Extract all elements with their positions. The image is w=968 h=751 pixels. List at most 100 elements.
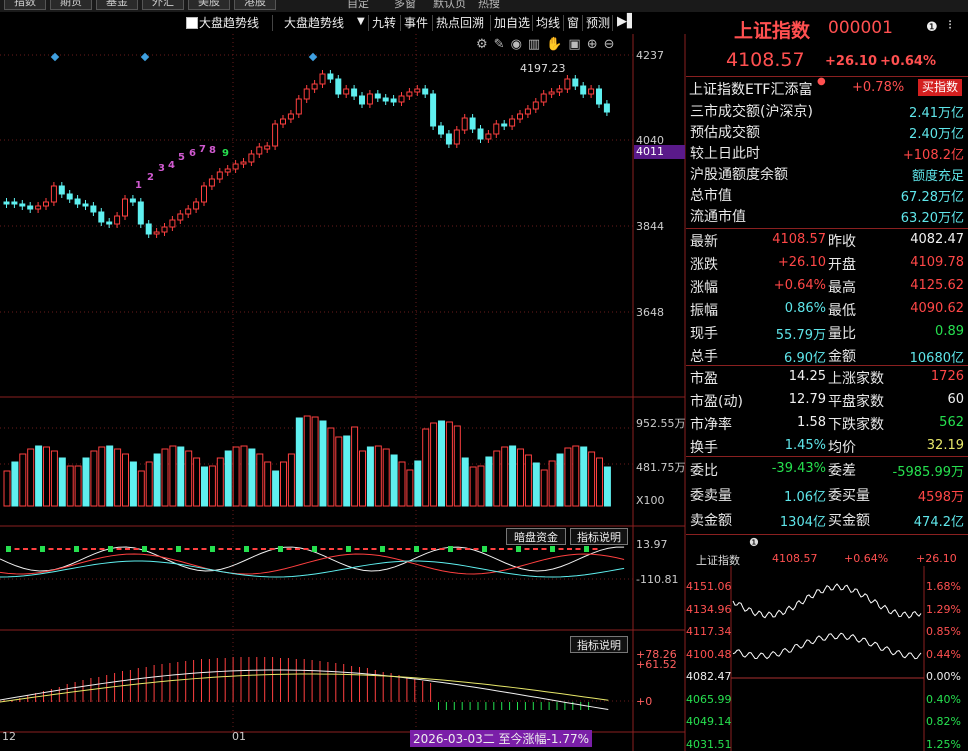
candle-body <box>240 161 247 165</box>
macd-bar <box>439 548 445 550</box>
toolbar-divider <box>563 15 564 31</box>
candle-body <box>177 213 184 221</box>
nav-button-us-stocks[interactable]: 美股 <box>188 0 230 10</box>
candlestick-series <box>3 52 610 238</box>
candle-body <box>137 201 144 225</box>
macd-bar <box>244 546 249 552</box>
quote-value: -5985.99万 <box>892 465 964 480</box>
etf-name[interactable]: 上证指数ETF汇添富 <box>689 79 812 99</box>
quote-label: 均价 <box>828 440 856 456</box>
volume-bar <box>509 445 517 507</box>
volume-bar <box>477 465 485 507</box>
toolbar-divider <box>272 15 273 31</box>
buy-index-button[interactable]: 买指数 <box>918 79 962 96</box>
quote-value: 10680亿 <box>909 351 964 366</box>
toolbar-forecast[interactable]: 预测 <box>586 14 610 31</box>
trend-checkbox[interactable] <box>186 17 198 29</box>
summary-value: 63.20万亿 <box>900 211 964 226</box>
quote-row: 卖金额 1304亿 买金额 474.2亿 <box>688 509 966 530</box>
macd-bar <box>14 548 20 550</box>
zoom-in-icon[interactable]: ⊕ <box>587 37 604 52</box>
hand-icon[interactable]: ✋ <box>546 37 568 52</box>
macd-bar <box>23 548 28 550</box>
volume-bar <box>406 469 414 507</box>
volume-bar <box>390 454 398 507</box>
trend-dropdown[interactable]: 大盘趋势线 <box>284 14 344 31</box>
volume-bar <box>208 465 216 507</box>
menu-icon[interactable]: ⁝ <box>948 18 952 33</box>
volume-bar <box>256 453 264 507</box>
quote-value: 4125.62 <box>910 278 964 293</box>
sub-indicator-explain-button[interactable]: 指标说明 <box>570 636 628 653</box>
quote-value: 474.2亿 <box>913 515 964 530</box>
quote-label: 下跌家数 <box>828 417 884 433</box>
toolbar-ma[interactable]: 均线 <box>536 14 560 31</box>
mini-pct: +0.64% <box>844 552 889 565</box>
candle-body <box>98 211 105 223</box>
volume-bar <box>398 461 406 507</box>
dark-pool-button[interactable]: 暗盘资金 <box>506 528 566 545</box>
macd-bar <box>218 548 224 550</box>
quote-label: 委差 <box>828 463 856 479</box>
summary-row: 预估成交额 2.40万亿 <box>688 121 966 142</box>
volume-bar <box>295 417 303 507</box>
quote-value: 1726 <box>930 369 964 384</box>
macd-bar <box>82 548 88 550</box>
quote-row: 市净率 1.58 下跌家数 562 <box>688 413 966 434</box>
toolbar-window[interactable]: 窗 <box>567 14 579 31</box>
mini-right-axis-label: 0.44% <box>926 647 961 661</box>
candle-body <box>27 205 34 210</box>
macd-bar <box>303 548 309 550</box>
toolbar-add-watchlist[interactable]: 加自选 <box>494 14 530 31</box>
nav-button-forex[interactable]: 外汇 <box>142 0 184 10</box>
chart-tools: ⚙✎◉▥✋▣⊕⊖ <box>476 37 621 52</box>
zoom-out-icon[interactable]: ⊖ <box>604 37 621 52</box>
candle-body <box>264 145 271 150</box>
pen-icon[interactable]: ✎ <box>494 37 511 52</box>
toolbar-divider <box>400 15 401 31</box>
candle-body <box>11 201 18 205</box>
settings-icon[interactable]: ⚙ <box>476 37 494 52</box>
nav-link-default[interactable]: 默认页 <box>433 0 466 11</box>
candle-body <box>311 83 318 90</box>
volume-bar <box>303 415 311 507</box>
toolbar-events[interactable]: 事件 <box>404 14 428 31</box>
info-icon[interactable]: ❶ <box>926 20 938 35</box>
chevron-down-icon[interactable]: ▼ <box>357 16 365 27</box>
eye-icon[interactable]: ◉ <box>511 37 528 52</box>
nav-button-funds[interactable]: 基金 <box>96 0 138 10</box>
quote-value: -39.43% <box>771 461 826 476</box>
quote-label: 最低 <box>828 303 856 319</box>
summary-value: 2.40万亿 <box>909 127 964 142</box>
quote-label: 最高 <box>828 280 856 296</box>
nav-link-hot[interactable]: 热搜 <box>478 0 500 11</box>
volume-bar <box>548 460 556 507</box>
toolbar-hot-review[interactable]: 热点回溯 <box>436 14 484 31</box>
nav-button-futures[interactable]: 期货 <box>50 0 92 10</box>
nav-link-custom[interactable]: 自定 <box>347 0 369 11</box>
window-icon[interactable]: ▣ <box>568 37 586 52</box>
macd-bar <box>567 548 572 550</box>
macd-signal-line <box>0 553 625 575</box>
candle-body <box>185 208 192 215</box>
volume-bar <box>264 461 272 507</box>
marker-diamond <box>308 52 318 62</box>
nav-button-index[interactable]: 指数 <box>4 0 46 10</box>
quote-label: 开盘 <box>828 257 856 273</box>
volume-bar <box>572 445 580 507</box>
quote-label: 市盈(动) <box>690 394 743 410</box>
candle-body <box>3 201 10 205</box>
candle-body <box>414 88 421 93</box>
nav-button-hk-stocks[interactable]: 港股 <box>234 0 276 10</box>
macd-bar <box>456 548 462 550</box>
quote-value: 4082.47 <box>910 232 964 247</box>
nav-link-multiwindow[interactable]: 多窗 <box>394 0 416 11</box>
play-icon[interactable]: ▶▌ <box>617 14 637 29</box>
trash-icon[interactable]: ▥ <box>528 37 546 52</box>
macd-bar <box>278 546 283 552</box>
mini-right-axis-label: 0.82% <box>926 715 961 728</box>
indicator-explain-button[interactable]: 指标说明 <box>570 528 628 545</box>
toolbar-nine-turn[interactable]: 九转 <box>372 14 396 31</box>
volume-axis-label: 952.55万 <box>636 417 686 430</box>
mini-info-icon[interactable]: ❶ <box>749 536 759 549</box>
